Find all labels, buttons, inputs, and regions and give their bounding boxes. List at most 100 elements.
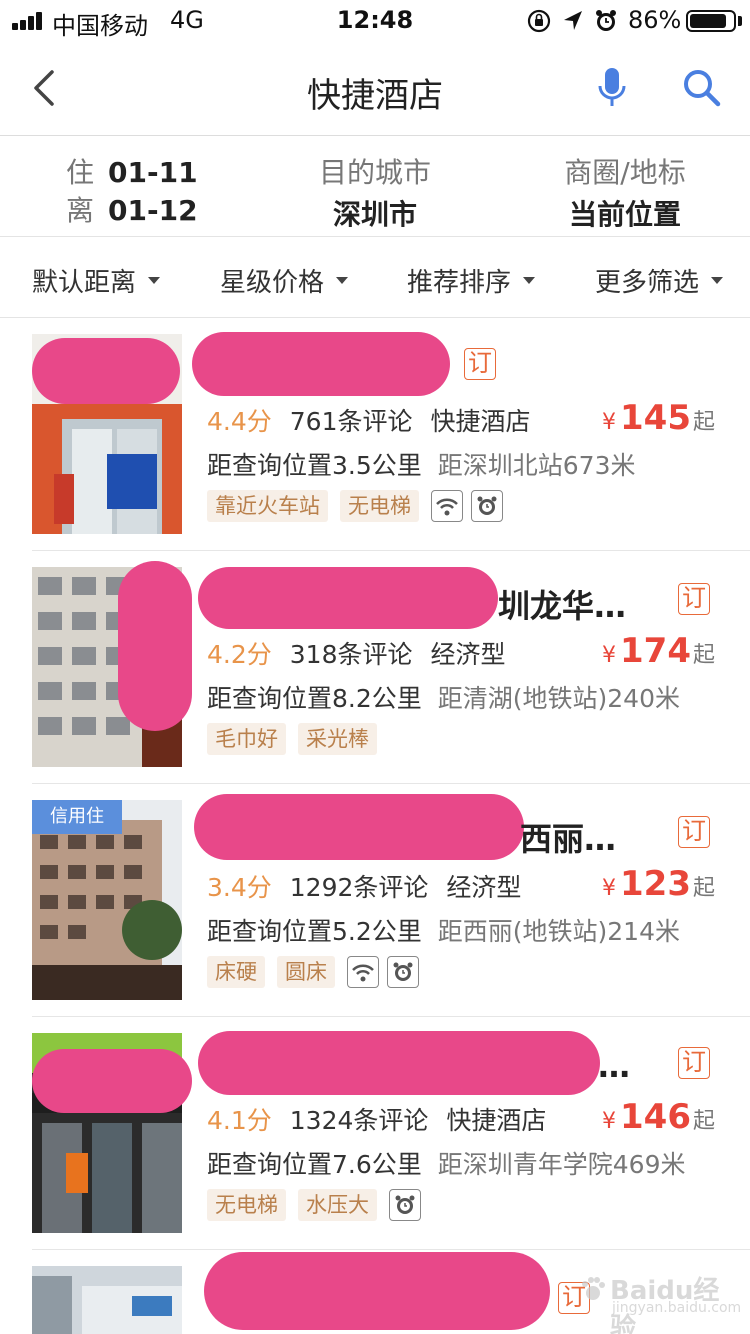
alarm-clock-icon bbox=[387, 956, 419, 988]
hotel-list-item[interactable]: 信用住 西丽… 订 3.4分 1292条评论 经济型 ¥123起 距查询位置5.2公… bbox=[0, 784, 750, 1017]
hotel-name-redacted bbox=[194, 794, 524, 860]
distance-row: 距查询位置7.6公里 距深圳青年学院469米 bbox=[207, 1145, 685, 1181]
filter-bar: 默认距离 星级价格 推荐排序 更多筛选 bbox=[0, 238, 750, 318]
rating-row: 4.4分 761条评论 快捷酒店 bbox=[207, 402, 531, 438]
rating-row: 3.4分 1292条评论 经济型 bbox=[207, 868, 521, 904]
status-icons bbox=[527, 9, 616, 33]
price-suffix: 起 bbox=[692, 410, 715, 435]
filter-distance[interactable]: 默认距离 bbox=[32, 262, 161, 299]
caret-down-icon bbox=[148, 277, 161, 284]
filter-star-price[interactable]: 星级价格 bbox=[220, 262, 349, 299]
price-value: 123 bbox=[620, 864, 691, 904]
book-badge[interactable]: 订 bbox=[678, 1047, 710, 1079]
orientation-lock-icon bbox=[527, 9, 551, 33]
hotel-name-redacted bbox=[198, 1031, 600, 1095]
filter-sort[interactable]: 推荐排序 bbox=[407, 262, 536, 299]
hotel-price: ¥145起 bbox=[602, 398, 715, 438]
price-suffix: 起 bbox=[692, 643, 715, 668]
price-currency: ¥ bbox=[602, 1109, 616, 1134]
caret-down-icon bbox=[336, 277, 349, 284]
rating-row: 4.2分 318条评论 经济型 bbox=[207, 635, 506, 671]
search-icon[interactable] bbox=[682, 68, 722, 108]
hotel-tag: 采光棒 bbox=[298, 723, 377, 755]
status-bar: 中国移动 4G 12:48 86% bbox=[0, 0, 750, 42]
distance-row: 距查询位置5.2公里 距西丽(地铁站)214米 bbox=[207, 912, 680, 948]
battery-icon bbox=[686, 10, 736, 32]
hotel-score: 4.4分 bbox=[207, 407, 272, 436]
tag-row: 毛巾好 采光棒 bbox=[207, 723, 389, 757]
redaction-mark bbox=[32, 1049, 192, 1113]
hotel-tag: 无电梯 bbox=[340, 490, 419, 522]
caret-down-icon bbox=[523, 277, 536, 284]
redaction-mark bbox=[32, 338, 180, 404]
hotel-nearby: 距深圳北站673米 bbox=[437, 451, 636, 480]
hotel-distance: 距查询位置8.2公里 bbox=[207, 684, 422, 713]
rating-row: 4.1分 1324条评论 快捷酒店 bbox=[207, 1101, 546, 1137]
checkin-date[interactable]: 住 01-11 bbox=[66, 151, 198, 191]
book-badge[interactable]: 订 bbox=[464, 348, 496, 380]
hotel-type: 经济型 bbox=[446, 873, 522, 902]
battery-tip bbox=[738, 16, 742, 26]
price-currency: ¥ bbox=[602, 643, 616, 668]
hotel-distance: 距查询位置3.5公里 bbox=[207, 451, 422, 480]
wifi-icon bbox=[347, 956, 379, 988]
hotel-name: … bbox=[598, 1047, 630, 1085]
hotel-name: 圳龙华… bbox=[498, 587, 627, 625]
caret-down-icon bbox=[711, 277, 724, 284]
city-value: 深圳市 bbox=[332, 198, 417, 231]
book-badge[interactable]: 订 bbox=[678, 583, 710, 615]
hotel-name: 西丽… bbox=[520, 820, 617, 858]
distance-row: 距查询位置3.5公里 距深圳北站673米 bbox=[207, 446, 635, 482]
landmark-selector[interactable]: 商圈/地标 当前位置 bbox=[545, 151, 705, 233]
landmark-value: 当前位置 bbox=[568, 198, 681, 231]
nav-bar: 快捷酒店 bbox=[0, 42, 750, 136]
hotel-nearby: 距深圳青年学院469米 bbox=[437, 1150, 686, 1179]
battery-level bbox=[690, 14, 727, 28]
hotel-name-redacted bbox=[198, 567, 498, 629]
location-arrow-icon bbox=[564, 11, 582, 30]
tag-row: 床硬 圆床 bbox=[207, 956, 427, 990]
checkout-value: 01-12 bbox=[108, 194, 198, 227]
hotel-reviews: 1292条评论 bbox=[289, 873, 429, 902]
price-currency: ¥ bbox=[602, 410, 616, 435]
paw-icon bbox=[582, 1277, 605, 1300]
hotel-distance: 距查询位置7.6公里 bbox=[207, 1150, 422, 1179]
hotel-type: 快捷酒店 bbox=[446, 1106, 547, 1135]
hotel-price: ¥174起 bbox=[602, 631, 715, 671]
distance-row: 距查询位置8.2公里 距清湖(地铁站)240米 bbox=[207, 679, 680, 715]
hotel-list-item[interactable]: … 订 4.1分 1324条评论 快捷酒店 ¥146起 距查询位置7.6公里 距深圳青… bbox=[0, 1017, 750, 1250]
price-suffix: 起 bbox=[692, 876, 715, 901]
hotel-score: 4.2分 bbox=[207, 640, 272, 669]
filter-label: 更多筛选 bbox=[595, 268, 700, 298]
price-currency: ¥ bbox=[602, 876, 616, 901]
checkin-label: 住 bbox=[66, 156, 95, 189]
price-value: 145 bbox=[620, 398, 691, 438]
credit-stay-badge: 信用住 bbox=[32, 800, 122, 834]
hotel-list-item[interactable]: 订 4.4分 761条评论 快捷酒店 ¥145起 距查询位置3.5公里 距深圳北站67… bbox=[0, 318, 750, 551]
hotel-price: ¥146起 bbox=[602, 1097, 715, 1137]
watermark-url: jingyan.baidu.com bbox=[612, 1300, 742, 1316]
hotel-tag: 圆床 bbox=[277, 956, 335, 988]
microphone-icon[interactable] bbox=[596, 66, 628, 110]
hotel-reviews: 761条评论 bbox=[289, 407, 413, 436]
hotel-reviews: 318条评论 bbox=[289, 640, 413, 669]
alarm-clock-icon bbox=[471, 490, 503, 522]
hotel-photo bbox=[32, 1266, 182, 1334]
book-badge[interactable]: 订 bbox=[678, 816, 710, 848]
hotel-type: 快捷酒店 bbox=[430, 407, 531, 436]
hotel-tag: 水压大 bbox=[298, 1189, 377, 1221]
hotel-nearby: 距西丽(地铁站)214米 bbox=[437, 917, 680, 946]
hotel-distance: 距查询位置5.2公里 bbox=[207, 917, 422, 946]
filter-more[interactable]: 更多筛选 bbox=[595, 262, 724, 299]
search-conditions-bar: 住 01-11 离 01-12 目的城市 深圳市 商圈/地标 当前位置 bbox=[0, 137, 750, 237]
destination-city[interactable]: 目的城市 深圳市 bbox=[300, 151, 450, 233]
checkin-value: 01-11 bbox=[108, 156, 198, 189]
alarm-icon bbox=[596, 10, 616, 31]
page-title: 快捷酒店 bbox=[307, 76, 443, 116]
hotel-tag: 靠近火车站 bbox=[207, 490, 328, 522]
hotel-name-redacted bbox=[204, 1252, 550, 1330]
landmark-label: 商圈/地标 bbox=[564, 156, 686, 189]
hotel-list-item[interactable]: 圳龙华… 订 4.2分 318条评论 经济型 ¥174起 距查询位置8.2公里 距清湖… bbox=[0, 551, 750, 784]
hotel-tag: 毛巾好 bbox=[207, 723, 286, 755]
checkout-date[interactable]: 离 01-12 bbox=[66, 189, 198, 229]
